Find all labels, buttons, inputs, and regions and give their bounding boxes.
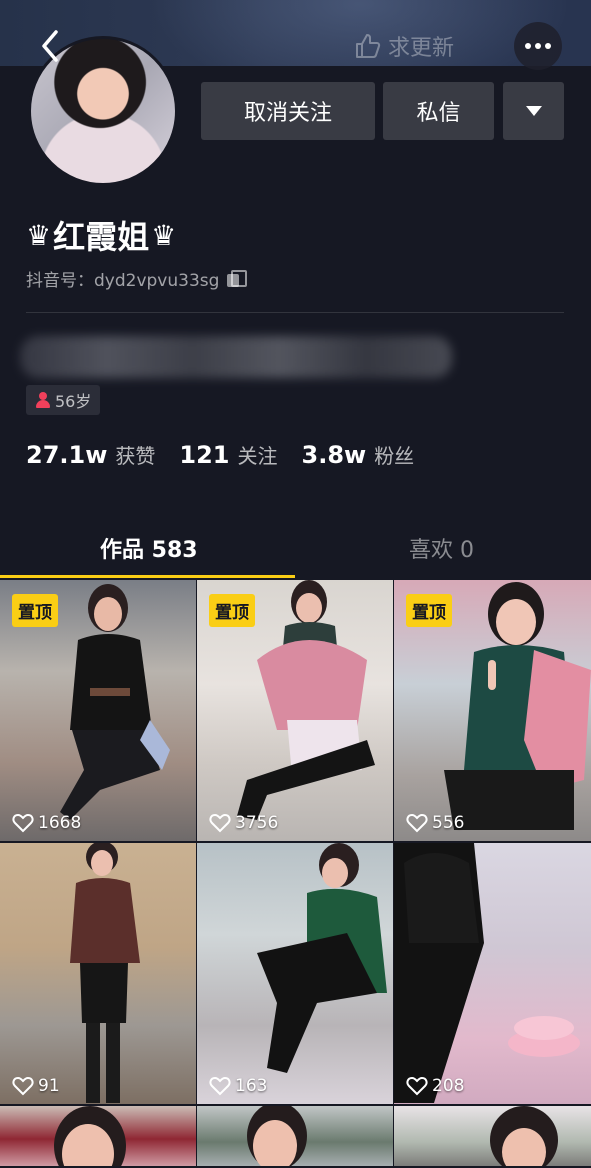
crown-icon: ♛ <box>26 218 52 252</box>
video-like-count: 163 <box>209 1076 267 1096</box>
video-tile[interactable]: 91 <box>0 843 196 1104</box>
stat-following-label: 关注 <box>237 444 278 468</box>
heart-icon <box>12 1076 34 1096</box>
video-thumbnail-figure <box>394 843 580 1103</box>
thumbs-up-icon <box>356 34 381 58</box>
profile-stats: 27.1w 获赞 121 关注 3.8w 粉丝 <box>26 440 438 469</box>
heart-icon <box>406 813 428 833</box>
heart-icon <box>209 1076 231 1096</box>
video-like-count: 3756 <box>209 813 278 833</box>
age-tag: 56岁 <box>26 385 101 415</box>
stat-likes-label: 获赞 <box>115 444 156 468</box>
stat-followers-number: 3.8w <box>301 441 367 469</box>
video-thumbnail-figure <box>247 1106 307 1166</box>
active-tab-indicator <box>0 575 295 578</box>
like-count-text: 556 <box>432 813 465 833</box>
pinned-badge: 置顶 <box>12 594 58 627</box>
video-thumbnail-figure <box>54 1106 126 1166</box>
video-tile[interactable]: 置顶 556 <box>394 580 591 841</box>
more-dot-icon <box>525 43 531 49</box>
message-label: 私信 <box>416 101 461 126</box>
douyin-id: 抖音号：dyd2vpvu33sg <box>26 266 248 291</box>
video-tile[interactable] <box>197 1106 393 1166</box>
like-count-text: 208 <box>432 1076 465 1096</box>
age-text: 56岁 <box>55 392 92 411</box>
video-tile[interactable]: 208 <box>394 843 591 1104</box>
pinned-badge: 置顶 <box>406 594 452 627</box>
video-like-count: 91 <box>12 1076 60 1096</box>
video-tile[interactable] <box>0 1106 196 1166</box>
stat-following-number: 121 <box>179 441 230 469</box>
video-thumbnail-figure <box>60 584 170 820</box>
unfollow-label: 取消关注 <box>243 101 332 126</box>
like-count-text: 1668 <box>38 813 82 833</box>
douyin-id-text: 抖音号：dyd2vpvu33sg <box>26 271 220 291</box>
video-tile[interactable] <box>394 1106 591 1166</box>
person-icon <box>35 392 51 408</box>
like-count-text: 91 <box>38 1076 60 1096</box>
video-tile[interactable]: 163 <box>197 843 393 1104</box>
request-update-label: 求更新 <box>388 36 455 61</box>
profile-name-text: 红霞姐 <box>53 218 150 256</box>
video-like-count: 1668 <box>12 813 81 833</box>
copy-icon[interactable] <box>227 269 248 288</box>
video-grid: 置顶 1668 置顶 3756 置顶 556 91 163 208 <box>0 580 591 1166</box>
profile-name: ♛ 红霞姐 ♛ <box>26 212 176 258</box>
caret-down-icon <box>525 106 542 116</box>
request-update-button[interactable]: 求更新 <box>352 30 454 62</box>
message-button[interactable]: 私信 <box>383 82 494 140</box>
stat-likes-number: 27.1w <box>26 441 108 469</box>
more-dot-icon <box>535 43 541 49</box>
video-like-count: 556 <box>406 813 464 833</box>
video-thumbnail-figure <box>490 1106 558 1166</box>
content-tabs: 作品 583 喜欢 0 <box>0 520 591 578</box>
tab-likes[interactable]: 喜欢 0 <box>409 532 474 564</box>
unfollow-button[interactable]: 取消关注 <box>201 82 375 140</box>
video-thumbnail-figure <box>70 843 140 1103</box>
stat-followers[interactable]: 3.8w 粉丝 <box>302 440 415 469</box>
video-tile[interactable]: 置顶 1668 <box>0 580 196 841</box>
heart-icon <box>209 813 231 833</box>
video-thumbnail-figure <box>257 843 387 1073</box>
divider <box>26 312 564 313</box>
tab-works[interactable]: 作品 583 <box>100 532 198 564</box>
more-options-button[interactable] <box>514 22 562 70</box>
heart-icon <box>12 813 34 833</box>
more-dot-icon <box>545 43 551 49</box>
stat-followers-label: 粉丝 <box>374 444 415 468</box>
like-count-text: 163 <box>235 1076 268 1096</box>
recommend-dropdown-button[interactable] <box>503 82 564 140</box>
back-button[interactable] <box>34 24 68 68</box>
video-tile[interactable]: 置顶 3756 <box>197 580 393 841</box>
stat-likes[interactable]: 27.1w 获赞 <box>26 440 155 469</box>
blurred-bio <box>20 336 452 378</box>
chevron-left-icon <box>42 30 58 62</box>
stat-following[interactable]: 121 关注 <box>179 440 277 469</box>
pinned-badge: 置顶 <box>209 594 255 627</box>
heart-icon <box>406 1076 428 1096</box>
crown-icon: ♛ <box>151 218 177 252</box>
like-count-text: 3756 <box>235 813 279 833</box>
video-like-count: 208 <box>406 1076 464 1096</box>
